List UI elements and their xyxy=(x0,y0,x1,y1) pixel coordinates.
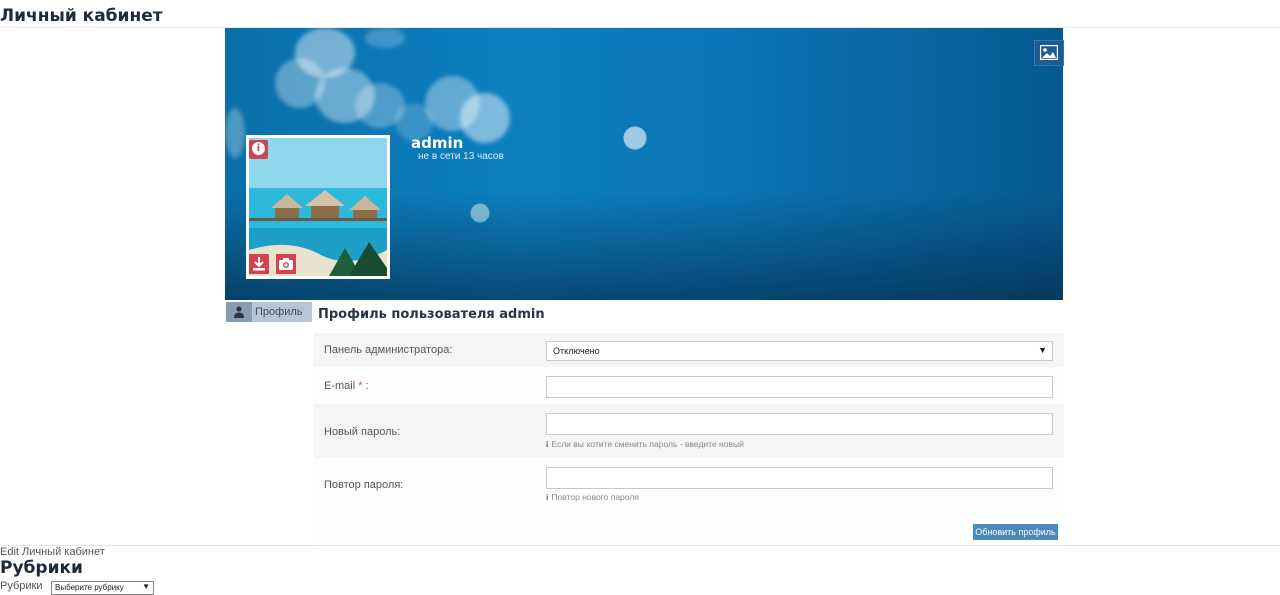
chevron-down-icon: ▼ xyxy=(1038,345,1047,355)
user-icon xyxy=(234,306,244,318)
admin-panel-select[interactable]: Отключено ▼ xyxy=(546,341,1053,361)
page-title: Личный кабинет xyxy=(0,6,163,26)
repeat-password-hint: i Повтор нового пароля xyxy=(546,492,639,502)
edit-page-link[interactable]: Edit Личный кабинет xyxy=(0,546,105,558)
info-icon: i xyxy=(546,492,549,502)
new-password-field[interactable] xyxy=(546,413,1053,435)
email-label: E-mail * : xyxy=(324,380,369,392)
change-cover-button[interactable] xyxy=(1034,40,1064,66)
tab-profile-label: Профиль xyxy=(255,306,303,318)
upload-avatar-button[interactable] xyxy=(249,254,269,274)
avatar-image xyxy=(249,138,387,276)
image-icon xyxy=(1040,45,1058,60)
tab-profile[interactable]: Профиль xyxy=(226,302,312,322)
new-password-label: Новый пароль: xyxy=(324,426,401,438)
profile-form-title: Профиль пользователя admin xyxy=(318,307,545,322)
repeat-password-field[interactable] xyxy=(546,467,1053,489)
rubrics-select[interactable]: Выберите рубрику ▼ xyxy=(51,581,154,595)
new-password-hint: i Если вы хотите сменить пароль - введите… xyxy=(546,439,744,449)
take-photo-button[interactable] xyxy=(276,254,296,274)
repeat-password-label: Повтор пароля: xyxy=(324,479,404,491)
online-status: не в сети 13 часов xyxy=(418,151,504,162)
username: admin xyxy=(411,134,464,152)
info-icon: i xyxy=(252,142,265,155)
info-icon: i xyxy=(546,439,549,449)
rubrics-label: Рубрики xyxy=(0,580,43,592)
download-icon xyxy=(253,257,265,271)
divider xyxy=(0,545,1280,546)
update-profile-button[interactable]: Обновить профиль xyxy=(973,524,1058,540)
admin-panel-label: Панель администратора: xyxy=(324,344,453,356)
camera-icon xyxy=(279,258,293,270)
email-field[interactable] xyxy=(546,376,1053,398)
avatar-info-button[interactable]: i xyxy=(249,140,268,159)
rubrics-heading: Рубрики xyxy=(0,558,83,578)
